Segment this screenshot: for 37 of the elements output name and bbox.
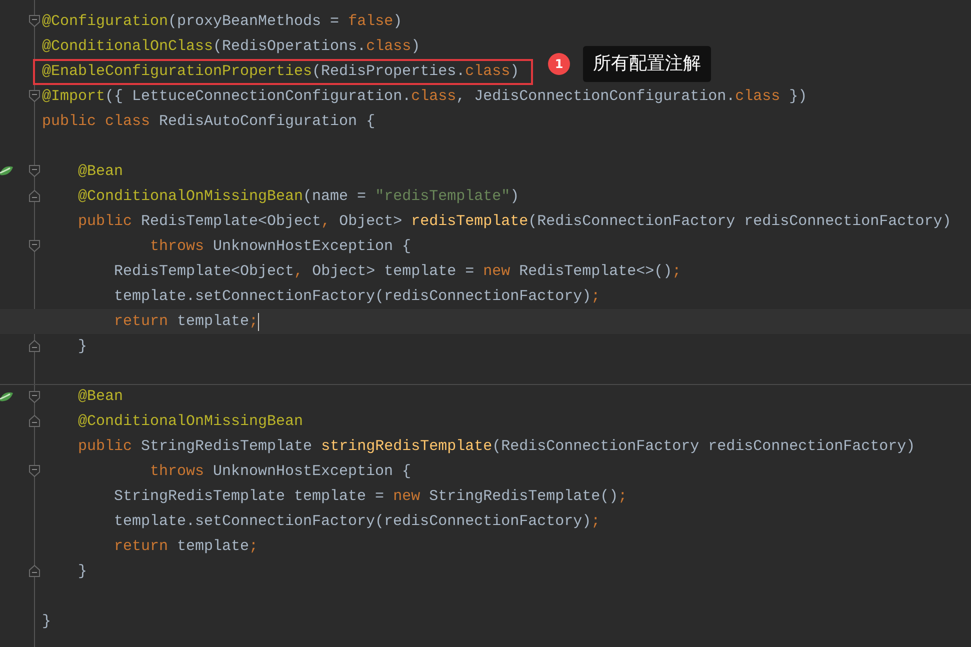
- code-line: public class RedisAutoConfiguration {: [42, 112, 376, 132]
- code-line: throws UnknownHostException {: [149, 236, 412, 256]
- code-line: @Bean: [77, 162, 124, 182]
- code-line: }: [42, 612, 52, 632]
- code-line: public StringRedisTemplate stringRedisTemplate(RedisConnectionFactory redisConnectionFactory): [77, 436, 916, 456]
- code-line: return template;: [113, 312, 258, 332]
- fold-icon[interactable]: [29, 465, 40, 477]
- bean-icon[interactable]: [0, 391, 13, 403]
- code-line: @EnableConfigurationProperties(RedisProperties.class): [42, 62, 520, 80]
- code-line: @ConditionalOnMissingBean(name = "redisTemplate"): [77, 186, 520, 206]
- code-line: }: [77, 562, 88, 582]
- code-line: throws UnknownHostException {: [149, 462, 412, 482]
- fold-icon[interactable]: [29, 415, 40, 427]
- callout-tooltip: 所有配置注解: [583, 46, 712, 82]
- code-line: template.setConnectionFactory(redisConnectionFactory);: [113, 512, 600, 532]
- fold-icon[interactable]: [29, 240, 40, 252]
- fold-icon[interactable]: [29, 340, 40, 352]
- bean-icon[interactable]: [0, 165, 13, 177]
- callout-number: 1: [548, 52, 570, 74]
- code-line: public RedisTemplate<Object, Object> redisTemplate(RedisConnectionFactory redisConnectionFactory): [77, 212, 952, 232]
- code-line: @ConditionalOnMissingBean: [77, 412, 304, 432]
- fold-icon[interactable]: [29, 391, 40, 403]
- code-line: return template;: [113, 536, 258, 556]
- code-line: @ConditionalOnClass(RedisOperations.class): [42, 36, 420, 56]
- code-line: RedisTemplate<Object, Object> template = new RedisTemplate<>();: [113, 262, 682, 282]
- code-line: @Bean: [77, 387, 124, 407]
- fold-icon[interactable]: [29, 190, 40, 202]
- code-line: template.setConnectionFactory(redisConnectionFactory);: [113, 286, 600, 306]
- code-line: @Import({ LettuceConnectionConfiguration.class, JedisConnectionConfiguration.class }): [42, 86, 808, 106]
- code-line: StringRedisTemplate template = new StringRedisTemplate();: [113, 486, 628, 506]
- fold-icon[interactable]: [29, 90, 40, 102]
- code-line: @Configuration(proxyBeanMethods = false): [42, 12, 402, 32]
- fold-icon[interactable]: [29, 15, 40, 27]
- code-line: }: [77, 336, 88, 356]
- fold-icon[interactable]: [29, 165, 40, 177]
- text-cursor: [258, 312, 260, 330]
- fold-icon[interactable]: [29, 565, 40, 577]
